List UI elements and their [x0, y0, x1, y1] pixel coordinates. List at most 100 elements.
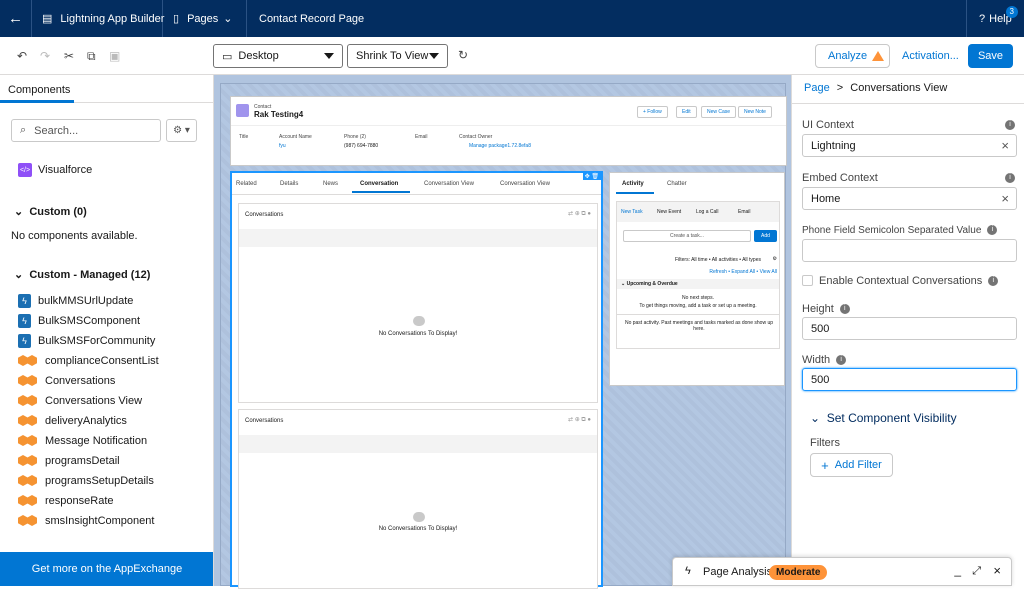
help-button[interactable]: ? Help 3 [966, 0, 1024, 37]
cut-icon[interactable]: ✂ [64, 49, 74, 63]
info-icon[interactable]: i [839, 304, 850, 315]
width-input[interactable]: 500 [802, 368, 1017, 391]
info-icon[interactable]: i [836, 355, 847, 366]
ui-context-label: UI Context [802, 119, 854, 131]
component-item[interactable]: ϟ bulkMMSUrlUpdate [18, 294, 133, 308]
new-case-button[interactable]: New Case [701, 106, 737, 118]
component-item[interactable]: complianceConsentList [18, 354, 159, 367]
active-tab-underline [0, 100, 74, 103]
page-analysis-panel[interactable]: ϟ Page Analysis Moderate _ ⤢ × [672, 557, 1012, 586]
appexchange-link[interactable]: Get more on the AppExchange [0, 552, 213, 586]
component-item[interactable]: responseRate [18, 494, 114, 507]
create-task-input[interactable]: Create a task... [623, 230, 751, 242]
tab-new-task[interactable]: New Task [621, 209, 643, 215]
section-custom[interactable]: ⌄ Custom (0) [14, 205, 87, 218]
chat-bubble-icon [413, 316, 425, 326]
component-item[interactable]: programsSetupDetails [18, 474, 154, 487]
components-tab[interactable]: Components [0, 75, 213, 103]
filter-gear-icon[interactable]: ⚙ [773, 256, 777, 262]
components-panel: Components ⌕ Search... ⚙ ▾ </> Visualfor… [0, 75, 214, 586]
redo-icon[interactable]: ↷ [40, 49, 50, 63]
contextual-checkbox[interactable] [802, 275, 813, 286]
undo-icon[interactable]: ↶ [17, 49, 27, 63]
component-visualforce[interactable]: </> Visualforce [18, 163, 92, 177]
conversations-component[interactable]: Conversations ⇄ ⊕ ⧉ ● No Conversations T… [238, 409, 598, 589]
component-item[interactable]: smsInsightComponent [18, 514, 154, 527]
component-item[interactable]: Conversations [18, 374, 115, 387]
component-item[interactable]: programsDetail [18, 454, 120, 467]
refresh-icon[interactable]: ↻ [458, 48, 468, 62]
chevron-down-icon: ⌄ [223, 13, 233, 25]
package-icon [18, 354, 38, 367]
add-filter-button[interactable]: + Add Filter [810, 453, 893, 477]
record-name: Rak Testing4 [254, 110, 304, 119]
info-icon[interactable]: i [987, 225, 998, 236]
section-custom-managed[interactable]: ⌄ Custom - Managed (12) [14, 268, 150, 281]
tab-conversation[interactable]: Conversation [360, 181, 398, 187]
close-icon[interactable]: × [993, 563, 1001, 578]
tabs-component[interactable]: Related Details News Conversation Conver… [230, 171, 603, 589]
conversation-actions-icon[interactable]: ⇄ ⊕ ⧉ ● [568, 210, 591, 218]
search-input[interactable]: ⌕ Search... [11, 119, 161, 142]
minimize-icon[interactable]: _ [954, 563, 961, 577]
pages-menu[interactable]: ▯ Pages ⌄ [163, 0, 247, 37]
edit-button[interactable]: Edit [676, 106, 697, 118]
component-item[interactable]: deliveryAnalytics [18, 414, 127, 427]
embed-context-input[interactable]: Home × [802, 187, 1017, 210]
clear-icon[interactable]: × [1001, 138, 1009, 153]
save-button[interactable]: Save [968, 44, 1013, 68]
breadcrumb-page[interactable]: Page [804, 82, 830, 94]
tab-email[interactable]: Email [738, 209, 751, 215]
info-icon[interactable]: i [1005, 120, 1015, 130]
dropdown-arrow-icon [429, 53, 439, 59]
ui-context-input[interactable]: Lightning × [802, 134, 1017, 157]
expand-icon[interactable]: ⤢ [972, 565, 981, 578]
analyze-button[interactable]: Analyze [815, 44, 890, 68]
tab-activity[interactable]: Activity [622, 181, 644, 187]
chevron-down-icon: ⌄ [810, 411, 821, 425]
canvas-frame: Contact Rak Testing4 + Follow Edit New C… [220, 83, 787, 589]
component-item[interactable]: Conversations View [18, 394, 142, 407]
set-visibility-toggle[interactable]: ⌄ Set Component Visibility [810, 411, 957, 425]
package-icon [18, 494, 38, 507]
new-note-button[interactable]: New Note [738, 106, 772, 118]
activity-links[interactable]: Refresh • Expand All • View All [709, 269, 777, 275]
clear-icon[interactable]: × [1001, 191, 1009, 206]
move-delete-icon[interactable]: ✥ 🗑 [582, 173, 601, 180]
upcoming-header[interactable]: ⌄ Upcoming & Overdue [621, 281, 678, 287]
activation-button[interactable]: Activation... [890, 44, 966, 68]
no-components-text: No components available. [11, 230, 138, 242]
tab-conversation-view-2[interactable]: Conversation View [500, 181, 550, 187]
height-input[interactable]: 500 [802, 317, 1017, 340]
tab-chatter[interactable]: Chatter [667, 181, 687, 187]
info-icon[interactable]: i [1005, 173, 1015, 183]
component-item[interactable]: ϟ BulkSMSComponent [18, 314, 140, 328]
follow-button[interactable]: + Follow [637, 106, 668, 118]
info-icon[interactable]: i [988, 276, 999, 287]
conversations-component[interactable]: Conversations ⇄ ⊕ ⧉ ● No Conversations T… [238, 203, 598, 403]
view-select[interactable]: Shrink To View [347, 44, 448, 68]
tab-related[interactable]: Related [236, 181, 257, 187]
paste-icon[interactable]: ▣ [109, 49, 120, 63]
tab-new-event[interactable]: New Event [657, 209, 681, 215]
record-highlights[interactable]: Contact Rak Testing4 + Follow Edit New C… [230, 96, 787, 166]
contextual-label: Enable Contextual Conversations i [819, 275, 999, 287]
activity-component[interactable]: Activity Chatter New Task New Event Log … [609, 172, 785, 386]
lightning-icon: ϟ [18, 314, 31, 328]
tab-log-call[interactable]: Log a Call [696, 209, 719, 215]
gear-icon: ⚙ ▾ [173, 125, 190, 136]
tab-news[interactable]: News [323, 181, 338, 187]
back-button[interactable]: ← [0, 0, 32, 37]
add-task-button[interactable]: Add [754, 230, 777, 242]
component-item[interactable]: ϟ BulkSMSForCommunity [18, 334, 155, 348]
conversation-actions-icon[interactable]: ⇄ ⊕ ⧉ ● [568, 416, 591, 424]
tab-conversation-view[interactable]: Conversation View [424, 181, 474, 187]
tab-details[interactable]: Details [280, 181, 298, 187]
phone-field-input[interactable] [802, 239, 1017, 262]
device-select[interactable]: ▭ Desktop [213, 44, 343, 68]
component-item[interactable]: Message Notification [18, 434, 147, 447]
settings-menu-button[interactable]: ⚙ ▾ [166, 119, 197, 142]
lightning-icon: ϟ [685, 565, 691, 577]
phone-field-label: Phone Field Semicolon Separated Value i [802, 225, 998, 236]
copy-icon[interactable]: ⧉ [87, 49, 96, 64]
